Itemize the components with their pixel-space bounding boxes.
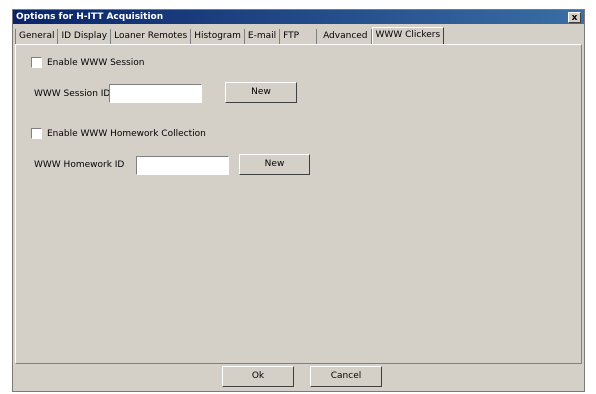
tab-id-display[interactable]: ID Display	[58, 29, 112, 44]
window-title: Options for H-ITT Acquisition	[16, 12, 164, 22]
enable-www-homework-checkbox[interactable]	[31, 128, 42, 139]
www-session-id-input[interactable]	[109, 84, 202, 103]
www-session-new-button[interactable]: New	[225, 82, 297, 103]
enable-www-homework-row[interactable]: Enable WWW Homework Collection	[31, 128, 206, 139]
title-bar: Options for H-ITT Acquisition x	[13, 10, 584, 24]
ok-button[interactable]: Ok	[222, 366, 294, 387]
enable-www-homework-label: Enable WWW Homework Collection	[47, 128, 206, 139]
tab-loaner-remotes[interactable]: Loaner Remotes	[111, 29, 192, 44]
tab-email[interactable]: E-mail	[244, 29, 281, 44]
enable-www-session-row[interactable]: Enable WWW Session	[31, 57, 144, 68]
tab-general[interactable]: General	[15, 29, 59, 44]
close-button[interactable]: x	[568, 12, 581, 23]
tab-strip: General ID Display Loaner Remotes Histog…	[15, 27, 445, 44]
cancel-button[interactable]: Cancel	[310, 366, 382, 387]
tab-ftp[interactable]: FTP	[280, 29, 318, 44]
tab-panel-www-clickers: Enable WWW Session WWW Session ID New En…	[15, 44, 582, 364]
www-homework-id-label: WWW Homework ID	[34, 160, 125, 170]
options-dialog: Options for H-ITT Acquisition x General …	[12, 9, 585, 392]
close-icon: x	[571, 13, 578, 23]
www-homework-new-button[interactable]: New	[239, 154, 310, 175]
tab-www-clickers[interactable]: WWW Clickers	[371, 27, 445, 44]
tab-histogram[interactable]: Histogram	[191, 29, 245, 44]
tab-advanced[interactable]: Advanced	[317, 29, 372, 44]
enable-www-session-label: Enable WWW Session	[47, 57, 145, 68]
enable-www-session-checkbox[interactable]	[31, 57, 42, 68]
www-session-id-label: WWW Session ID	[34, 89, 111, 99]
www-homework-id-input[interactable]	[136, 156, 229, 175]
